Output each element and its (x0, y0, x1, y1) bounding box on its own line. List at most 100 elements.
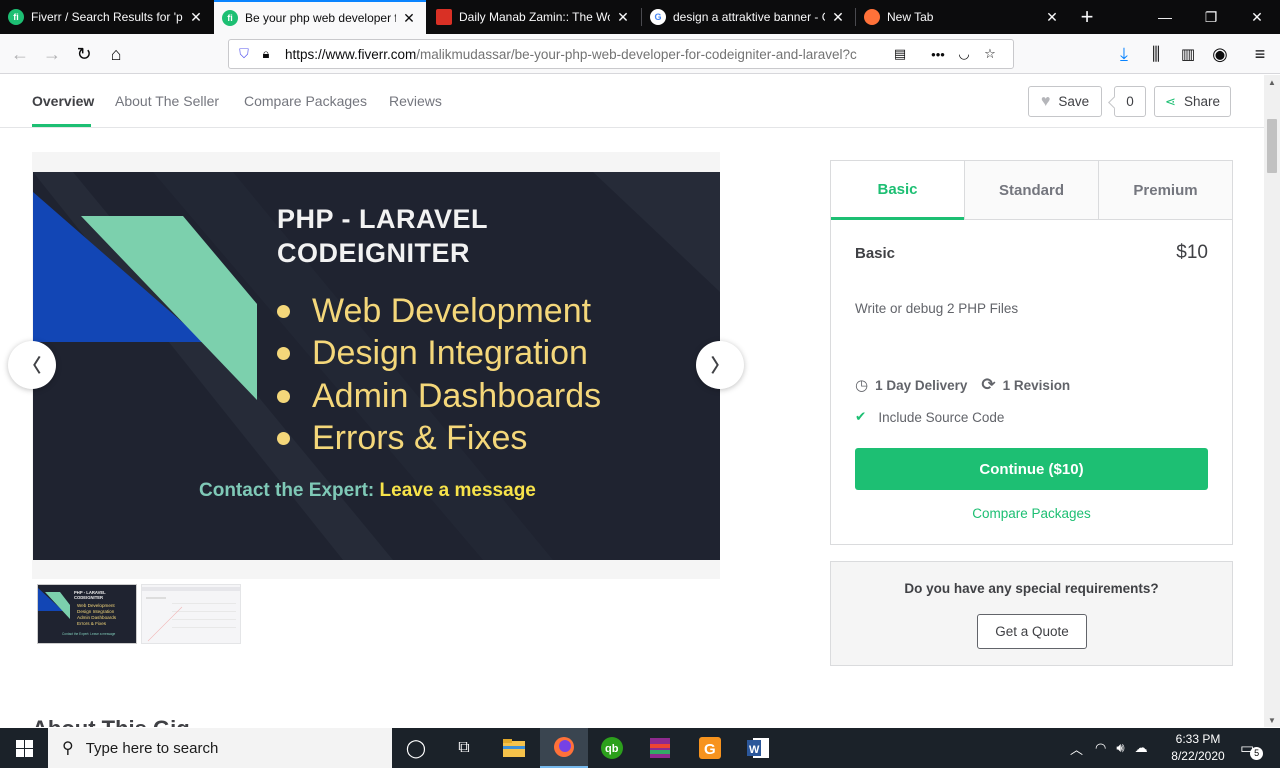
fiverr-favicon-icon: fi (8, 9, 24, 25)
browser-tab[interactable]: G design a attraktive banner - Google ✕ (642, 0, 855, 34)
quickbooks-icon[interactable]: qb (588, 728, 636, 768)
compare-packages-link[interactable]: Compare Packages (831, 506, 1232, 521)
subnav-compare-packages[interactable]: Compare Packages (244, 93, 367, 109)
bookmark-star-icon[interactable]: ☆ (979, 43, 1001, 65)
system-clock[interactable]: 6:33 PM 8/22/2020 (1162, 731, 1234, 765)
banner-bullet: Web Development (277, 290, 601, 333)
tab-standard[interactable]: Standard (964, 161, 1098, 220)
clock-icon: ◷ (855, 377, 869, 394)
restore-button[interactable]: ❐ (1188, 0, 1234, 34)
package-name: Basic (855, 245, 896, 262)
close-tab-icon[interactable]: ✕ (829, 9, 847, 26)
downloads-icon[interactable]: ⤓ (1110, 40, 1138, 68)
close-window-button[interactable]: ✕ (1234, 0, 1280, 34)
save-button[interactable]: ♥ Save (1028, 86, 1102, 117)
home-icon[interactable]: ⌂ (102, 40, 130, 68)
forward-arrow-icon[interactable]: → (38, 40, 66, 68)
word-icon[interactable]: W (734, 728, 782, 768)
subnav-about-seller[interactable]: About The Seller (115, 93, 219, 109)
volume-icon[interactable]: 🔊︎ (1116, 740, 1124, 756)
gallery-thumbnail[interactable] (141, 584, 241, 644)
winrar-icon[interactable] (636, 728, 684, 768)
close-tab-icon[interactable]: ✕ (187, 9, 205, 26)
search-placeholder: Type here to search (85, 739, 219, 757)
back-arrow-icon[interactable]: ← (6, 40, 34, 68)
save-label: Save (1058, 94, 1090, 109)
banner-contact: Contact the Expert: Leave a message (199, 480, 536, 502)
url-bar[interactable]: ⛉ 🔒︎ https://www.fiverr.com/malikmudassa… (228, 39, 1014, 69)
onedrive-icon[interactable]: ☁ (1135, 740, 1148, 756)
minimize-button[interactable]: — (1142, 0, 1188, 34)
subnav-overview[interactable]: Overview (32, 93, 94, 109)
search-icon: ⚲ (62, 740, 74, 757)
svg-text:qb: qb (605, 743, 619, 755)
thumb-bullet: Design Integration (77, 609, 115, 614)
bullet-dot-icon (277, 432, 290, 446)
banner-bullet-text: Errors & Fixes (312, 419, 528, 458)
fiverr-favicon-icon: fi (222, 10, 238, 26)
browser-tab-strip: fi Fiverr / Search Results for 'php ✕ fi… (0, 0, 1280, 34)
page-scrollbar[interactable]: ▲ ▼ (1264, 75, 1280, 727)
cortana-icon[interactable]: ◯ (392, 728, 440, 768)
firefox-taskbar-icon[interactable] (540, 728, 588, 768)
banner-title-line-1: PHP - LARAVEL (277, 204, 489, 234)
browser-tab[interactable]: New Tab ✕ (856, 0, 1069, 34)
thumb-bullet: Web Development (77, 603, 115, 608)
archive-icon (650, 738, 670, 758)
word-logo-icon: W (747, 738, 769, 758)
tray-expand-icon[interactable]: ︿ (1070, 739, 1083, 758)
action-center-icon[interactable]: ▭ 5 (1240, 728, 1264, 768)
pocket-icon[interactable]: ◡ (953, 43, 975, 65)
new-tab-button[interactable]: + (1072, 0, 1102, 34)
scrollbar-thumb[interactable] (1267, 119, 1277, 173)
browser-tab-active[interactable]: fi Be your php web developer for ✕ (214, 0, 426, 34)
feature-text: Include Source Code (878, 409, 1005, 425)
thumb-bullet: Errors & Fixes (77, 621, 107, 626)
clock-date: 8/22/2020 (1171, 749, 1225, 763)
banner-title-line-2: CODEIGNITER (277, 238, 471, 268)
share-button[interactable]: ⋖ Share (1154, 86, 1231, 117)
close-tab-icon[interactable]: ✕ (400, 10, 418, 27)
svg-text:W: W (749, 744, 760, 756)
browser-tab[interactable]: fi Fiverr / Search Results for 'php ✕ (0, 0, 213, 34)
thumb-title-2: CODEIGNITER (74, 595, 103, 600)
wifi-icon[interactable]: ◠ (1095, 740, 1106, 756)
scroll-up-icon[interactable]: ▲ (1264, 75, 1280, 89)
browser-navbar: ← → ↻ ⌂ ⛉ 🔒︎ https://www.fiverr.com/mali… (0, 34, 1280, 74)
tab-premium[interactable]: Premium (1098, 161, 1232, 220)
browser-tab[interactable]: Daily Manab Zamin:: The World ✕ (428, 0, 640, 34)
news-favicon-icon (436, 9, 452, 25)
reader-view-icon[interactable]: ▤ (889, 43, 911, 65)
url-text[interactable]: https://www.fiverr.com/malikmudassar/be-… (285, 47, 883, 62)
sidebar-icon[interactable]: ▥ (1174, 40, 1202, 68)
taskbar-search[interactable]: ⚲ Type here to search (48, 728, 392, 768)
continue-button[interactable]: Continue ($10) (855, 448, 1208, 490)
task-view-icon[interactable]: ⧉ (440, 728, 488, 768)
gallery-thumbnail[interactable]: PHP - LARAVEL CODEIGNITER Web Developmen… (37, 584, 137, 644)
tab-basic[interactable]: Basic (831, 161, 964, 220)
library-icon[interactable]: ⫼ (1142, 40, 1170, 68)
gallery-next-button[interactable]: 〉 (696, 341, 744, 389)
save-count: 0 (1114, 86, 1146, 117)
package-feature: ✔ Include Source Code (855, 409, 1004, 425)
reload-icon[interactable]: ↻ (70, 40, 98, 68)
tracking-shield-icon[interactable]: ⛉ (233, 43, 255, 65)
close-tab-icon[interactable]: ✕ (614, 9, 632, 26)
gallery-prev-button[interactable]: 〈 (8, 341, 56, 389)
get-quote-button[interactable]: Get a Quote (977, 614, 1087, 649)
page-actions-icon[interactable]: ••• (927, 43, 949, 65)
url-path: /malikmudassar/be-your-php-web-developer… (416, 46, 857, 62)
menu-icon[interactable]: ≡ (1246, 40, 1274, 68)
account-icon[interactable]: ◉ (1206, 40, 1234, 68)
checkmark-icon: ✔ (855, 409, 867, 424)
start-button[interactable] (0, 728, 48, 768)
subnav-reviews[interactable]: Reviews (389, 93, 442, 109)
scroll-down-icon[interactable]: ▼ (1264, 713, 1280, 727)
notification-count: 5 (1250, 746, 1264, 760)
system-tray: ︿ ◠ 🔊︎ ☁ (1070, 728, 1148, 768)
close-tab-icon[interactable]: ✕ (1043, 9, 1061, 26)
lock-icon[interactable]: 🔒︎ (255, 43, 277, 65)
file-explorer-icon[interactable] (490, 728, 538, 768)
pdf-app-icon[interactable]: G (686, 728, 734, 768)
windows-taskbar: ⚲ Type here to search ◯ ⧉ qb G W ︿ ◠ 🔊︎ … (0, 728, 1280, 768)
